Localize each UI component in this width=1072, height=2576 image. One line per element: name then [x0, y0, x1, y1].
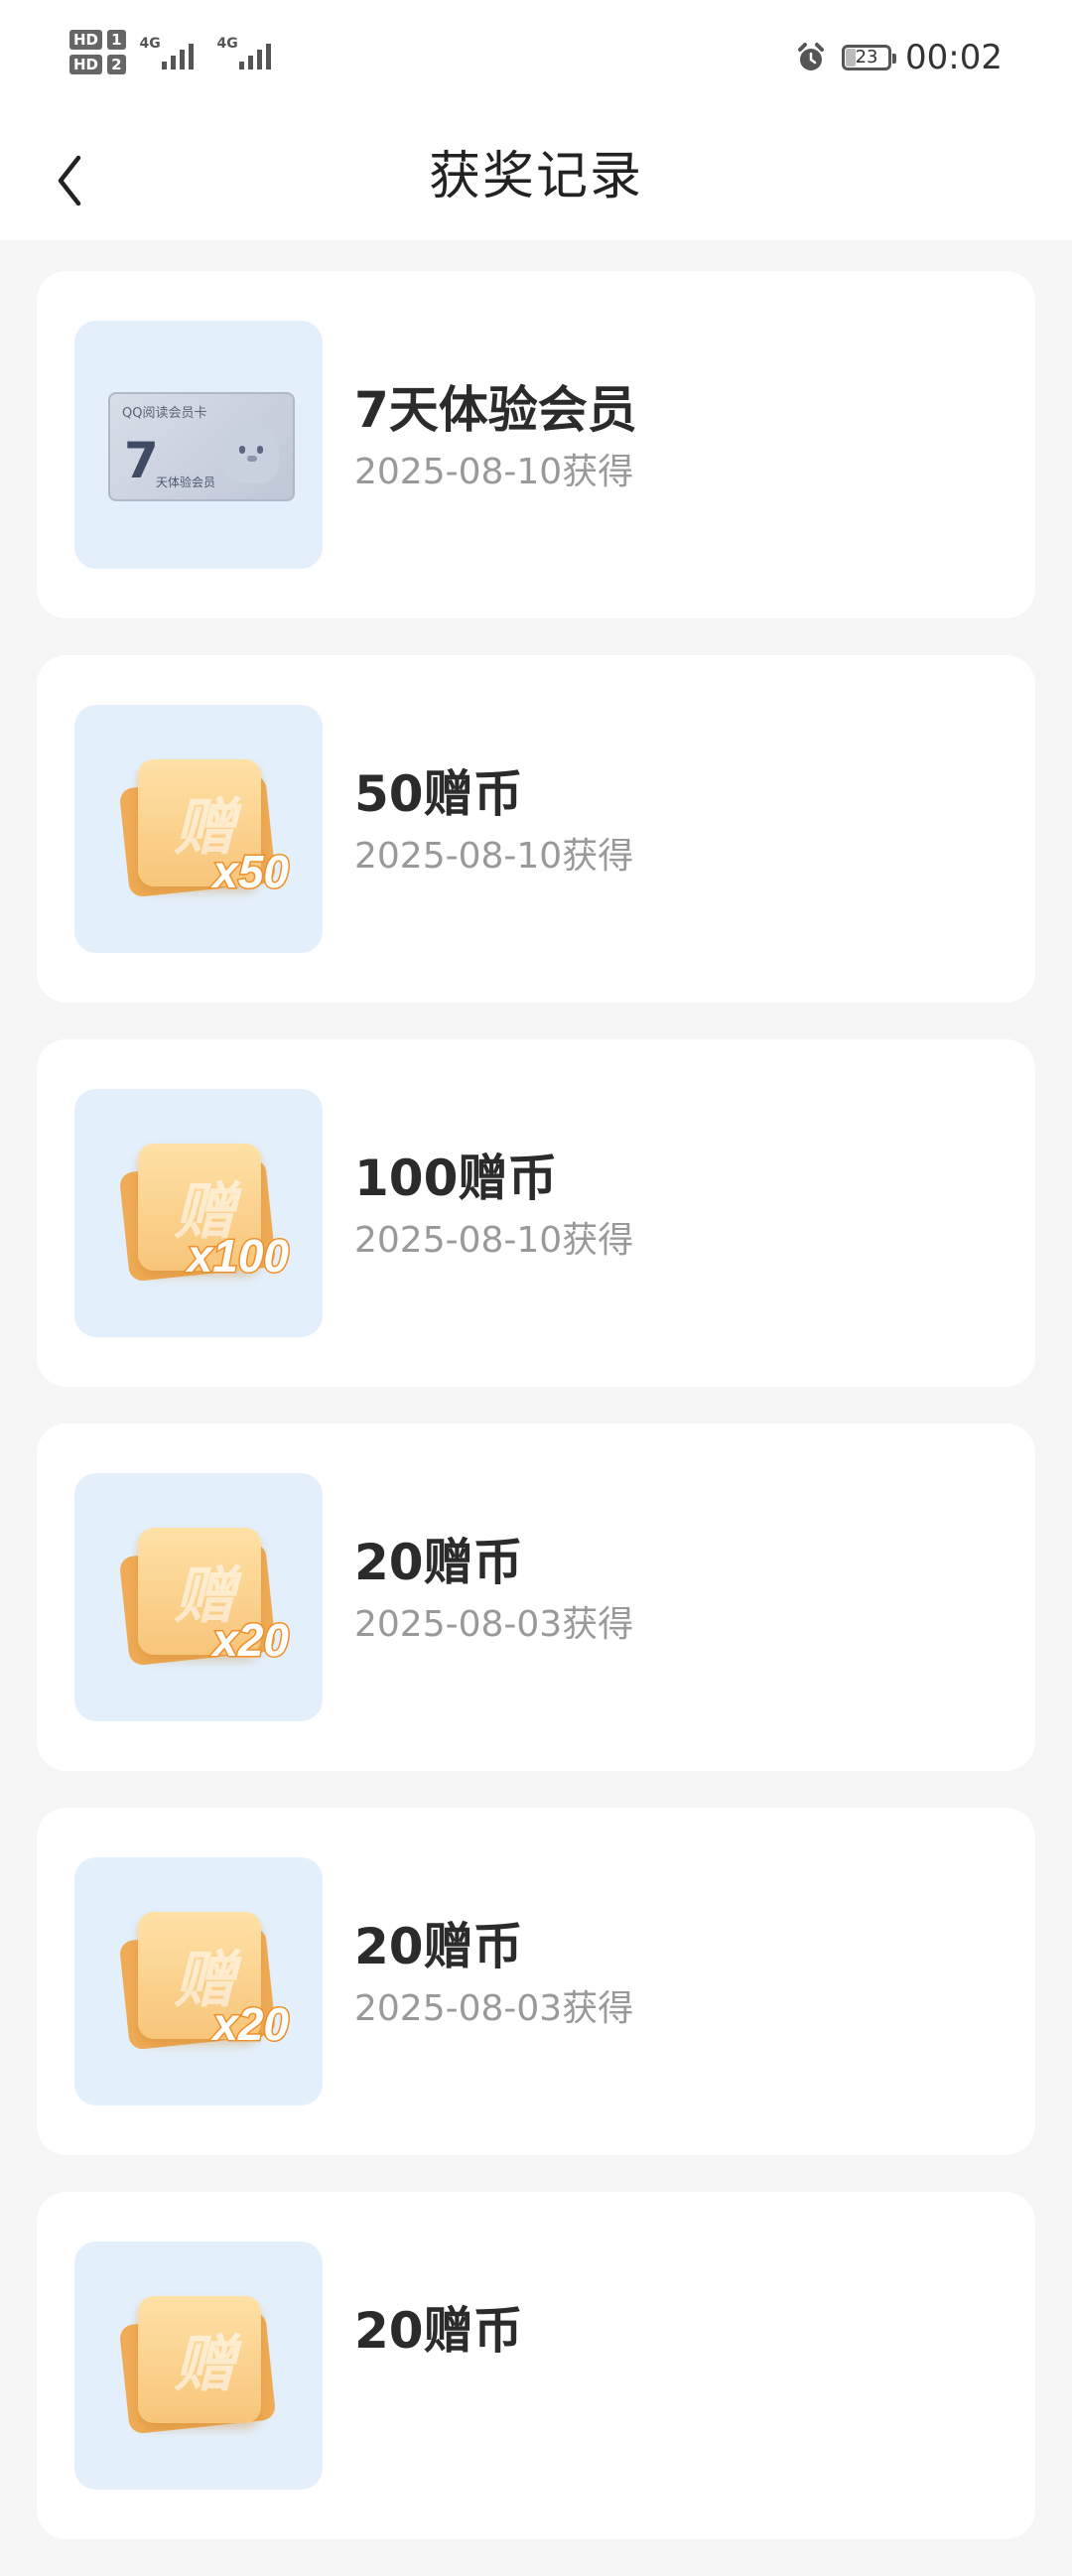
prize-record-item[interactable]: QQ阅读会员卡 7 天体验会员 7天体验会员 2025-08-10获得: [37, 271, 1035, 618]
prize-name: 50赠币: [354, 765, 523, 823]
volte-indicators: HD 1 HD 2: [69, 30, 126, 74]
prize-record-item[interactable]: 赠 x20 20赠币 2025-08-03获得: [37, 1808, 1035, 2155]
prize-info: 20赠币 2025-08-03获得: [354, 1531, 633, 1650]
prize-record-item[interactable]: 赠 x50 50赠币 2025-08-10获得: [37, 655, 1035, 1003]
member-card-icon: QQ阅读会员卡 7 天体验会员: [108, 392, 295, 501]
signal-icon: 4G: [217, 30, 281, 75]
coin-ticket-icon: 赠 x20: [118, 1912, 290, 2052]
hd-badge: HD: [69, 55, 103, 74]
battery-icon: 23: [842, 45, 897, 70]
sim2-indicator: HD 2: [69, 55, 126, 74]
coin-char: 赠: [174, 2328, 236, 2400]
prize-name: 20赠币: [354, 1534, 523, 1591]
prize-thumbnail: QQ阅读会员卡 7 天体验会员: [74, 321, 323, 569]
clock: 00:02: [905, 38, 1003, 77]
prize-record-item[interactable]: 赠 20赠币: [37, 2192, 1035, 2539]
card-label: 天体验会员: [156, 475, 216, 489]
sim-slot: 1: [107, 30, 126, 50]
hd-badge: HD: [69, 30, 103, 50]
network-type: 4G: [139, 36, 161, 52]
prize-date: 2025-08-10获得: [354, 1220, 634, 1261]
coin-ticket-icon: 赠 x50: [118, 759, 290, 899]
coin-quantity: x50: [211, 845, 291, 899]
prize-thumbnail: 赠: [74, 2241, 323, 2490]
prize-name: 7天体验会员: [354, 381, 637, 439]
network-type: 4G: [216, 36, 238, 52]
prize-info: 20赠币: [354, 2299, 523, 2369]
prize-record-item[interactable]: 赠 x20 20赠币 2025-08-03获得: [37, 1424, 1035, 1771]
sim1-indicator: HD 1: [69, 30, 126, 50]
prize-name: 20赠币: [354, 1918, 523, 1975]
coin-ticket-icon: 赠 x100: [118, 1144, 291, 1284]
nav-bar: 获奖记录: [0, 119, 1072, 240]
alarm-icon: [798, 43, 825, 70]
prize-thumbnail: 赠 x20: [74, 1473, 323, 1721]
card-brand: QQ阅读会员卡: [122, 406, 207, 421]
prize-info: 50赠币 2025-08-10获得: [354, 762, 633, 881]
prize-name: 20赠币: [354, 2302, 523, 2360]
prize-thumbnail: 赠 x20: [74, 1857, 323, 2105]
card-number: 7: [124, 432, 159, 489]
prize-name: 100赠币: [354, 1150, 558, 1207]
prize-thumbnail: 赠 x50: [74, 705, 323, 953]
page-title: 获奖记录: [428, 147, 643, 206]
coin-ticket-icon: 赠: [118, 2296, 283, 2435]
prize-info: 20赠币 2025-08-03获得: [354, 1915, 633, 2034]
coin-quantity: x100: [186, 1229, 290, 1284]
status-left: HD 1 HD 2 4G 4G: [69, 30, 281, 75]
status-bar: HD 1 HD 2 4G 4G 23 00:02: [0, 0, 1072, 119]
prize-info: 100赠币 2025-08-10获得: [354, 1147, 633, 1266]
prize-record-item[interactable]: 赠 x100 100赠币 2025-08-10获得: [37, 1039, 1035, 1387]
sim-slot: 2: [107, 55, 126, 74]
prize-date: 2025-08-10获得: [354, 836, 634, 877]
prize-thumbnail: 赠 x100: [74, 1089, 323, 1337]
prize-info: 7天体验会员 2025-08-10获得: [354, 378, 637, 497]
prize-date: 2025-08-10获得: [354, 452, 634, 492]
coin-quantity: x20: [211, 1613, 291, 1668]
coin-ticket-icon: 赠 x20: [118, 1528, 290, 1668]
signal-icon: 4G: [140, 30, 203, 75]
battery-level: 23: [855, 47, 878, 68]
prize-date: 2025-08-03获得: [354, 1988, 634, 2029]
prize-record-list: QQ阅读会员卡 7 天体验会员 7天体验会员 2025-08-10获得 赠 x5…: [37, 271, 1035, 2576]
status-right: 23 00:02: [794, 38, 1003, 77]
penguin-icon: [223, 424, 279, 483]
prize-date: 2025-08-03获得: [354, 1604, 634, 1645]
coin-quantity: x20: [211, 1997, 291, 2052]
